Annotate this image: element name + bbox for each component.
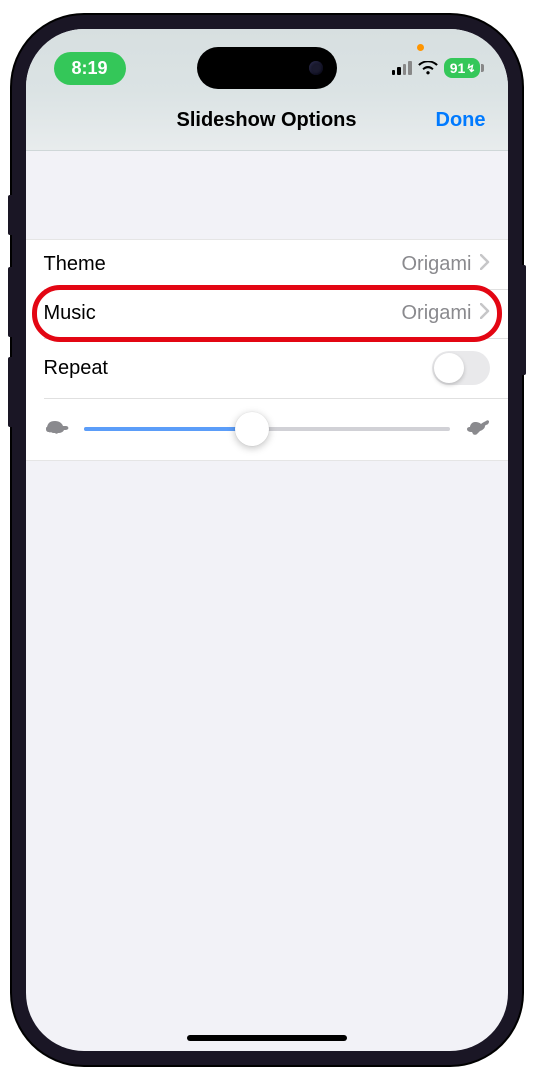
battery-indicator: 91↯ [444,58,480,78]
turtle-icon [44,416,70,442]
phone-frame: 8:19 91↯ Slideshow Options Done [12,15,522,1065]
screen: 8:19 91↯ Slideshow Options Done [26,29,508,1051]
repeat-toggle[interactable] [432,351,490,385]
recording-indicator-dot [417,44,424,51]
home-indicator[interactable] [187,1035,347,1041]
music-row[interactable]: Music Origami [26,289,508,338]
theme-row[interactable]: Theme Origami [26,240,508,289]
charging-bolt-icon: ↯ [466,62,475,75]
repeat-label: Repeat [44,357,109,380]
status-time[interactable]: 8:19 [54,52,126,85]
chevron-right-icon [480,254,490,275]
music-value: Origami [401,302,471,325]
theme-value: Origami [401,253,471,276]
rabbit-icon [464,416,490,442]
content-area: Theme Origami Music Origami [26,151,508,461]
chevron-right-icon [480,303,490,324]
wifi-icon [418,61,438,75]
cellular-signal-icon [392,61,412,75]
speed-slider-row [26,398,508,460]
speed-slider[interactable] [84,427,450,431]
side-buttons-left [8,195,12,447]
battery-level: 91 [450,60,466,76]
page-title: Slideshow Options [176,109,356,132]
dynamic-island [197,47,337,89]
repeat-row: Repeat [26,338,508,398]
side-buttons-right [522,265,526,395]
status-icons-right: 91↯ [392,58,480,78]
music-label: Music [44,302,96,325]
slider-thumb[interactable] [235,412,269,446]
front-camera-icon [309,61,323,75]
nav-header: Slideshow Options Done [26,91,508,151]
toggle-knob [434,353,464,383]
options-list: Theme Origami Music Origami [26,239,508,461]
done-button[interactable]: Done [436,109,486,132]
slider-fill [84,427,252,431]
theme-label: Theme [44,253,106,276]
